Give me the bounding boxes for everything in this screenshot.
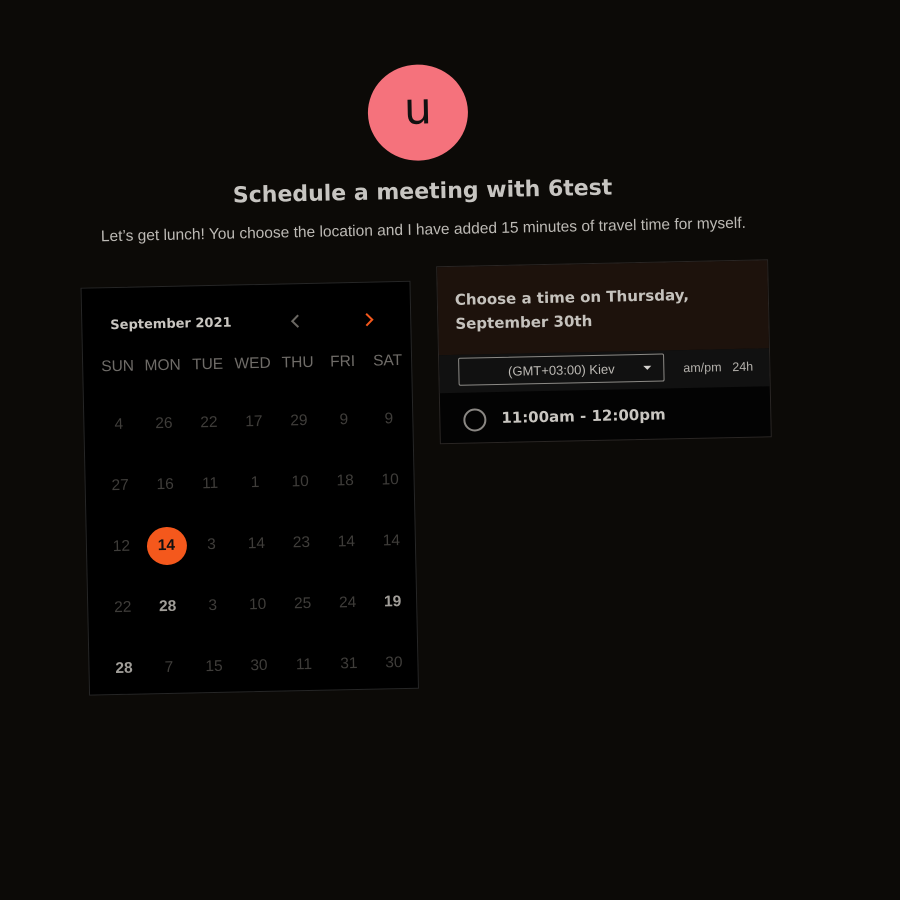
calendar-day[interactable]: 14 xyxy=(233,513,279,575)
weekday-label: SUN xyxy=(101,357,135,376)
page-description: Let’s get lunch! You choose the location… xyxy=(100,214,747,246)
time-slot-label: 11:00am - 12:00pm xyxy=(501,405,666,427)
timezone-row: (GMT+03:00) Kiev am/pm 24h xyxy=(439,348,770,394)
avatar: u xyxy=(366,63,469,162)
weekday-label: THU xyxy=(281,353,314,372)
24h-format-toggle[interactable]: 24h xyxy=(732,360,753,374)
calendar-day-grid: 4 26 22 17 29 9 9 27 16 11 1 10 18 10 12… xyxy=(96,388,417,700)
time-picker-header: Choose a time on Thursday, September 30t… xyxy=(437,260,769,356)
calendar-day[interactable]: 22 xyxy=(100,576,146,638)
calendar-day[interactable]: 1 xyxy=(232,452,278,514)
calendar-day[interactable]: 14 xyxy=(323,511,369,573)
calendar-day[interactable]: 10 xyxy=(367,449,413,511)
avatar-letter: u xyxy=(403,83,433,135)
calendar-header: September 2021 xyxy=(82,282,411,351)
weekday-label: FRI xyxy=(329,352,356,371)
calendar-day[interactable]: 11 xyxy=(187,453,233,515)
calendar-day[interactable]: 27 xyxy=(97,454,143,516)
calendar-day[interactable]: 17 xyxy=(231,391,277,453)
time-picker-heading: Choose a time on Thursday, September 30t… xyxy=(454,285,690,333)
calendar-month-label: September 2021 xyxy=(110,315,232,334)
calendar-day[interactable]: 15 xyxy=(191,636,237,698)
calendar-day[interactable]: 16 xyxy=(142,454,188,516)
calendar-day[interactable]: 7 xyxy=(146,636,192,698)
calendar-day-available[interactable]: 28 xyxy=(101,637,147,699)
calendar-day[interactable]: 23 xyxy=(278,512,324,574)
calendar-day[interactable]: 25 xyxy=(280,573,326,635)
calendar-day[interactable]: 12 xyxy=(98,515,144,577)
calendar-day[interactable]: 18 xyxy=(322,450,368,512)
previous-month-button[interactable] xyxy=(280,306,311,337)
timezone-select[interactable]: (GMT+03:00) Kiev xyxy=(458,353,665,386)
calendar-day[interactable]: 9 xyxy=(366,388,412,450)
calendar-day[interactable]: 30 xyxy=(371,632,417,694)
time-slot[interactable]: 11:00am - 12:00pm xyxy=(440,388,771,443)
chevron-left-icon xyxy=(290,314,300,328)
time-picker: Choose a time on Thursday, September 30t… xyxy=(436,259,772,445)
calendar-day[interactable]: 29 xyxy=(276,390,322,452)
calendar-day[interactable]: 4 xyxy=(96,393,142,455)
page-title: Schedule a meeting with 6test xyxy=(232,175,613,209)
calendar-day[interactable]: 22 xyxy=(186,392,232,454)
weekday-label: WED xyxy=(234,354,271,373)
weekday-label: TUE xyxy=(191,355,224,374)
calendar-day[interactable]: 10 xyxy=(277,451,323,513)
next-month-button[interactable] xyxy=(354,304,385,335)
calendar-day[interactable]: 30 xyxy=(236,635,282,697)
ampm-format-toggle[interactable]: am/pm xyxy=(683,360,721,375)
calendar-day[interactable]: 26 xyxy=(141,393,187,455)
calendar-day[interactable]: 10 xyxy=(235,574,281,636)
calendar: September 2021 SUN MON TUE WED THU FRI S… xyxy=(80,280,419,696)
calendar-day-available[interactable]: 28 xyxy=(145,575,191,637)
timezone-value: (GMT+03:00) Kiev xyxy=(507,361,615,379)
calendar-day[interactable]: 3 xyxy=(188,514,234,576)
calendar-day[interactable]: 3 xyxy=(190,575,236,637)
calendar-day[interactable]: 14 xyxy=(368,510,414,572)
calendar-day[interactable]: 31 xyxy=(326,633,372,695)
calendar-day[interactable]: 9 xyxy=(321,389,367,451)
weekday-label: MON xyxy=(144,356,181,375)
weekday-label: SAT xyxy=(372,351,403,370)
radio-button-icon[interactable] xyxy=(463,408,487,432)
caret-down-icon xyxy=(643,365,652,370)
calendar-day-available[interactable]: 19 xyxy=(370,571,416,633)
chevron-right-icon xyxy=(365,313,374,327)
page: u Schedule a meeting with 6test Let’s ge… xyxy=(0,0,900,900)
calendar-day-selected[interactable]: 14 xyxy=(143,514,189,576)
calendar-day[interactable]: 11 xyxy=(281,634,327,696)
weekday-header: SUN MON TUE WED THU FRI SAT xyxy=(95,352,410,377)
calendar-day[interactable]: 24 xyxy=(325,572,371,634)
